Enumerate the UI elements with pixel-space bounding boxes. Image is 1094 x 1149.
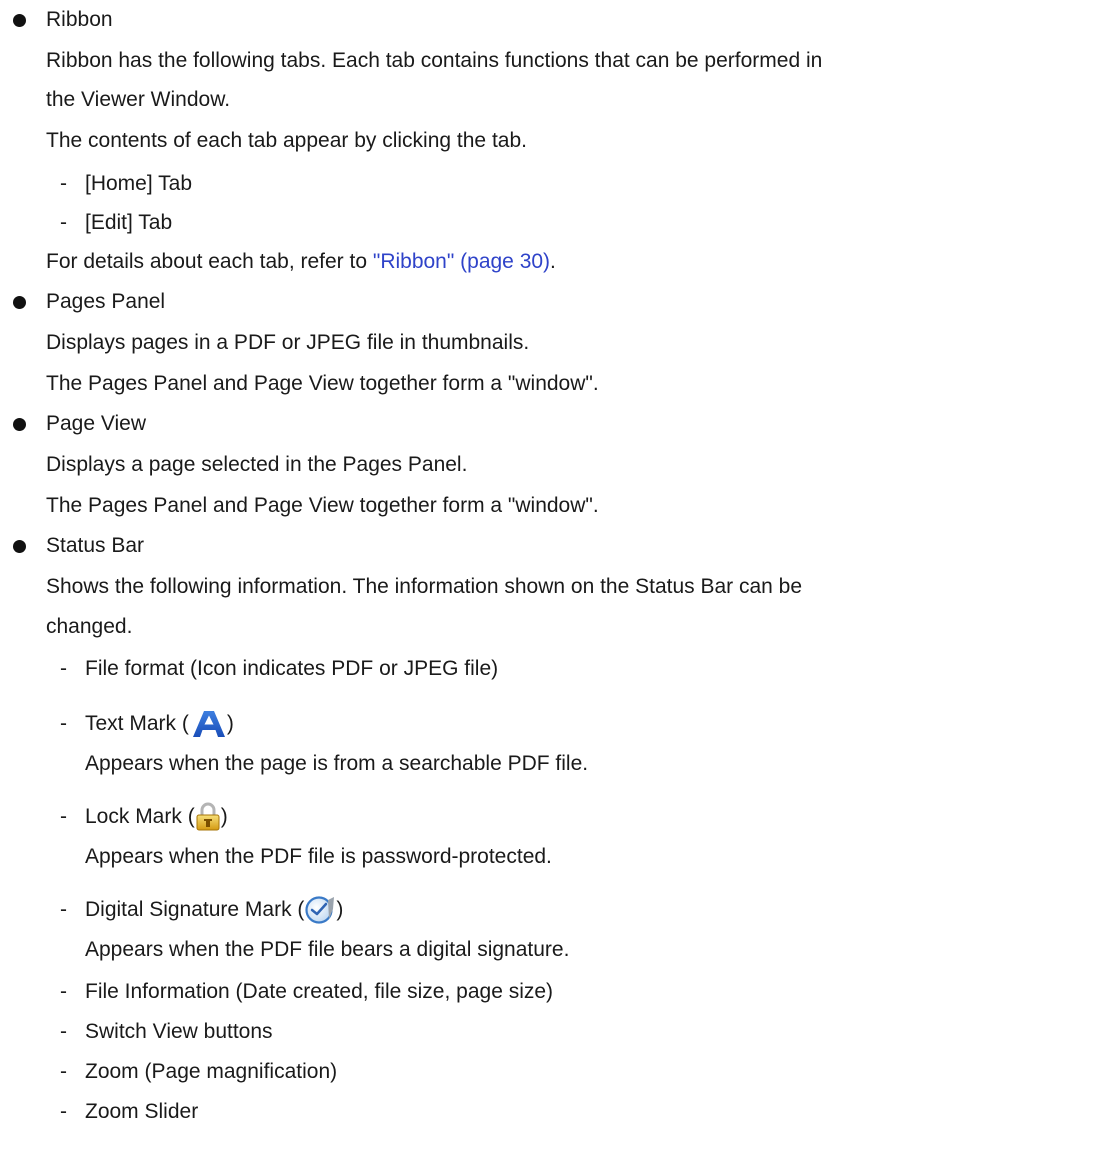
dash: - (60, 172, 67, 195)
list-item-switch-view: Switch View buttons (85, 1020, 273, 1043)
page-view-desc-2: The Pages Panel and Page View together f… (46, 494, 599, 517)
lock-icon (195, 802, 221, 832)
dash: - (60, 805, 67, 828)
page-view-title: Page View (46, 412, 147, 435)
status-bar-title: Status Bar (46, 534, 145, 557)
bullet-pages-panel (13, 296, 26, 309)
text-mark-label: Text Mark ( (85, 712, 189, 735)
list-item-lock-mark: Lock Mark ( ) (85, 802, 228, 832)
pages-panel-desc-2: The Pages Panel and Page View together f… (46, 372, 599, 395)
bullet-ribbon (13, 14, 26, 27)
pages-panel-title: Pages Panel (46, 290, 166, 313)
dash: - (60, 657, 67, 680)
pages-panel-desc-1: Displays pages in a PDF or JPEG file in … (46, 331, 530, 354)
digital-signature-label: Digital Signature Mark ( (85, 898, 305, 921)
text-mark-close: ) (226, 712, 234, 735)
ribbon-desc-2: the Viewer Window. (46, 88, 231, 111)
ribbon-page-link[interactable]: "Ribbon" (page 30) (373, 250, 550, 273)
dash: - (60, 211, 67, 234)
list-item-text-mark: Text Mark ( ) (85, 709, 234, 739)
bullet-status-bar (13, 540, 26, 553)
page-view-desc-1: Displays a page selected in the Pages Pa… (46, 453, 468, 476)
digital-signature-icon (304, 895, 336, 925)
dash: - (60, 1100, 67, 1123)
ribbon-desc-3: The contents of each tab appear by click… (46, 129, 527, 152)
text-mark-desc: Appears when the page is from a searchab… (85, 752, 589, 775)
list-item-file-format: File format (Icon indicates PDF or JPEG … (85, 657, 499, 680)
digital-signature-close: ) (336, 898, 344, 921)
text-mark-icon (191, 709, 227, 739)
ribbon-title: Ribbon (46, 8, 113, 31)
ribbon-reference-suffix: . (550, 250, 556, 273)
list-item-digital-signature-mark: Digital Signature Mark ( ) (85, 895, 343, 925)
status-bar-desc-1: Shows the following information. The inf… (46, 575, 803, 598)
digital-signature-desc: Appears when the PDF file bears a digita… (85, 938, 570, 961)
ribbon-desc-1: Ribbon has the following tabs. Each tab … (46, 49, 823, 72)
lock-mark-desc: Appears when the PDF file is password-pr… (85, 845, 552, 868)
dash: - (60, 712, 67, 735)
list-item-zoom-slider: Zoom Slider (85, 1100, 199, 1123)
ribbon-reference-prefix: For details about each tab, refer to (46, 250, 373, 273)
dash: - (60, 1060, 67, 1083)
ribbon-reference: For details about each tab, refer to "Ri… (46, 247, 556, 277)
bullet-page-view (13, 418, 26, 431)
list-item-file-information: File Information (Date created, file siz… (85, 980, 554, 1003)
list-item-zoom: Zoom (Page magnification) (85, 1060, 338, 1083)
status-bar-desc-2: changed. (46, 615, 133, 638)
list-item-home-tab: [Home] Tab (85, 172, 192, 195)
dash: - (60, 898, 67, 921)
list-item-edit-tab: [Edit] Tab (85, 211, 173, 234)
dash: - (60, 980, 67, 1003)
dash: - (60, 1020, 67, 1043)
lock-mark-close: ) (220, 805, 228, 828)
lock-mark-label: Lock Mark ( (85, 805, 195, 828)
